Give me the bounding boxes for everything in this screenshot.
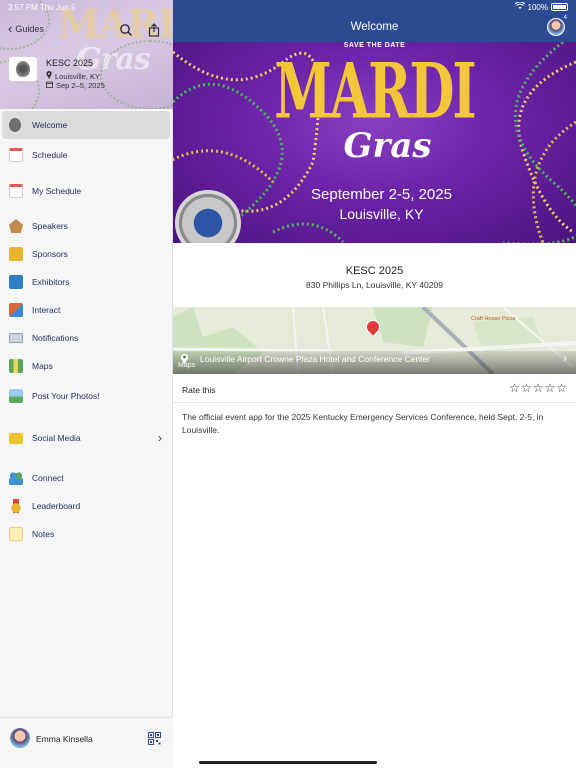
star-icon[interactable]: ☆ [533, 381, 544, 395]
sidebar-header: MARDI Gras ‹ Guides KESC 2025 Louisville… [0, 0, 173, 109]
sponsor-icon [9, 247, 23, 261]
map-icon [9, 359, 23, 373]
medal-icon [9, 499, 23, 513]
sidebar-item-maps[interactable]: Maps [2, 352, 170, 380]
chevron-right-icon: › [563, 351, 567, 365]
sidebar-item-notifications[interactable]: Notifications [2, 324, 170, 352]
notes-icon [9, 527, 23, 541]
rating-row: Rate this ☆ ☆ ☆ ☆ ☆ [173, 374, 576, 403]
sidebar: MARDI Gras ‹ Guides KESC 2025 Louisville… [0, 0, 173, 768]
sidebar-item-schedule[interactable]: Schedule [2, 141, 170, 169]
sidebar-footer: Emma Kinsella [0, 717, 173, 768]
sidebar-item-notes[interactable]: Notes [2, 520, 170, 548]
event-banner: SAVE THE DATE MARDI Gras September 2-5, … [173, 42, 576, 243]
chevron-left-icon: ‹ [8, 21, 13, 36]
sidebar-item-interact[interactable]: Interact [2, 296, 170, 324]
notification-count-badge: 4 [563, 15, 567, 21]
star-icon[interactable]: ☆ [509, 381, 520, 395]
sidebar-item-post-photos[interactable]: Post Your Photos! [2, 382, 170, 410]
gras-title: Gras [343, 126, 432, 166]
maps-brand-label: Maps [178, 362, 196, 369]
banner-dates: September 2-5, 2025 [311, 186, 452, 203]
back-to-guides-button[interactable]: ‹ Guides [8, 21, 44, 36]
star-icon[interactable]: ☆ [544, 381, 555, 395]
map-poi-label: Craft House Pizza [471, 316, 516, 322]
sidebar-event-title: KESC 2025 [46, 58, 94, 68]
share-icon[interactable] [147, 23, 161, 37]
rate-this-label: Rate this [182, 385, 216, 395]
calendar-icon [9, 148, 23, 162]
speaker-icon [9, 219, 23, 233]
star-icon[interactable]: ☆ [521, 381, 532, 395]
banner-location: Louisville, KY [339, 206, 424, 222]
badge-icon [9, 118, 21, 132]
exhibitor-icon [9, 275, 23, 289]
sidebar-item-social-media[interactable]: Social Media › [2, 424, 170, 452]
venue-map[interactable]: Craft House Pizza Louisville Airport Cro… [173, 307, 576, 374]
sidebar-item-leaderboard[interactable]: Leaderboard [2, 492, 170, 520]
event-info: KESC 2025 830 Phillips Ln, Louisville, K… [173, 243, 576, 307]
sidebar-event-dates: Sep 2–5, 2025 [46, 81, 105, 90]
sidebar-item-my-schedule[interactable]: My Schedule [2, 177, 170, 205]
photos-icon [9, 389, 23, 403]
calendar-small-icon [46, 81, 53, 90]
sidebar-item-connect[interactable]: Connect [2, 464, 170, 492]
event-description: The official event app for the 2025 Kent… [182, 412, 544, 435]
location-pin-icon [46, 71, 52, 81]
qr-code-icon[interactable] [148, 732, 161, 745]
sidebar-item-speakers[interactable]: Speakers [2, 212, 170, 240]
user-name[interactable]: Emma Kinsella [36, 734, 93, 744]
star-icon[interactable]: ☆ [556, 381, 567, 395]
event-address: 830 Phillips Ln, Louisville, KY 40209 [306, 280, 443, 290]
sidebar-item-sponsors[interactable]: Sponsors [2, 240, 170, 268]
home-indicator[interactable] [199, 761, 377, 764]
sidebar-item-welcome[interactable]: Welcome [2, 111, 170, 139]
star-rating[interactable]: ☆ ☆ ☆ ☆ ☆ [509, 381, 567, 395]
chevron-right-icon: › [158, 431, 162, 445]
top-bar: Welcome 4 [173, 0, 576, 42]
page-title: Welcome [350, 21, 399, 33]
search-icon[interactable] [119, 23, 133, 37]
my-schedule-icon [9, 184, 23, 198]
envelope-icon [9, 333, 23, 343]
sidebar-item-exhibitors[interactable]: Exhibitors [2, 268, 170, 296]
event-logo [9, 57, 37, 81]
avatar[interactable] [10, 728, 30, 748]
folder-icon [9, 432, 23, 444]
connect-icon [9, 471, 23, 485]
venue-name: Louisville Airport Crowne Plaza Hotel an… [200, 354, 431, 364]
event-title: KESC 2025 [345, 265, 404, 277]
interact-icon [9, 303, 23, 317]
mardi-title: MARDI [274, 48, 477, 137]
sidebar-event-location: Louisville, KY [46, 71, 100, 81]
profile-avatar-button[interactable] [547, 18, 565, 36]
